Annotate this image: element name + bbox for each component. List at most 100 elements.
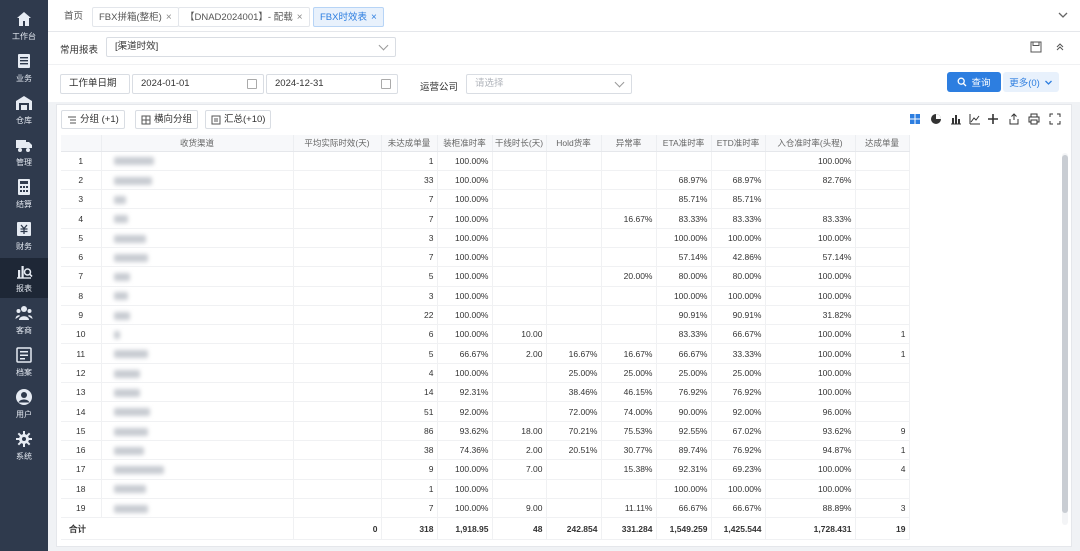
table-row[interactable]: 15 86 93.62% 18.00 70.21% 75.53% 92.55% 67.02% 9… [61,421,910,441]
sidebar-item-report[interactable]: 报表 [0,258,48,298]
sidebar-item-document[interactable]: 业务 [0,48,48,88]
export-icon[interactable] [1008,113,1020,125]
column-header[interactable]: 干线时长(天) [492,135,547,152]
sidebar-item-users[interactable]: 客商 [0,300,48,340]
cell-trunk [492,286,547,306]
close-icon[interactable]: × [166,12,172,23]
tab-fbx-consolidation[interactable]: FBX拼箱(整柜) × [92,7,179,27]
redacted-text [113,427,148,436]
cell-hit [855,382,910,403]
sidebar-item-warehouse[interactable]: 仓库 [0,90,48,130]
table-row[interactable]: 14 51 92.00% 72.00% 74.00% 90.00% 92.00% 96.00% [61,401,910,422]
table-row[interactable]: 13 14 92.31% 38.46% 46.15% 76.92% 76.92% 100.00… [61,382,910,403]
gear-icon [16,431,32,447]
table-row[interactable]: 17 9 100.00% 7.00 15.38% 92.31% 69.23% 100.00% 4 [61,459,910,480]
table-row[interactable]: 19 7 100.00% 9.00 11.11% 66.67% 66.67% 88.89% 3 [61,498,910,519]
table-row[interactable]: 12 4 100.00% 25.00% 25.00% 25.00% 25.00% 100.00… [61,363,910,384]
column-header[interactable]: 达成单量 [855,135,910,152]
cell-hit [855,208,910,229]
total-avg: 0 [293,517,382,541]
cell-miss: 51 [381,401,438,422]
add-icon[interactable] [987,113,999,125]
more-filters-button[interactable]: 更多(0) [1003,72,1059,92]
table-row[interactable]: 18 1 100.00% 100.00% 100.00% 100.00% [61,479,910,499]
table-row[interactable]: 16 38 74.36% 2.00 20.51% 30.77% 89.74% 76.92% 94… [61,440,910,461]
cell-abn [601,286,657,306]
sidebar-item-truck[interactable]: 管理 [0,132,48,172]
column-header[interactable]: 入仓准时率(头程) [765,135,856,152]
row-index: 10 [61,324,102,345]
sidebar-item-user[interactable]: 用户 [0,384,48,424]
date-type-select[interactable]: 工作单日期 [60,74,130,94]
date-to-input[interactable]: 2024-12-31 [266,74,398,94]
cell-hold: 70.21% [546,421,602,441]
date-from-input[interactable]: 2024-01-01 [132,74,264,94]
tab-home[interactable]: 首页 [58,7,89,27]
cell-abn [601,228,657,248]
table-row[interactable]: 9 22 100.00% 90.91% 90.91% 31.82% [61,305,910,326]
cross-group-button[interactable]: 横向分组 [135,110,199,129]
table-view-icon[interactable] [909,113,921,125]
column-header[interactable]: 未达成单量 [381,135,438,152]
sidebar-item-finance[interactable]: 财务 [0,216,48,256]
save-icon[interactable] [1030,41,1042,53]
cell-miss: 7 [381,208,438,229]
cell-inb: 93.62% [765,421,856,441]
cell-miss: 6 [381,324,438,345]
print-icon[interactable] [1028,113,1040,125]
column-header[interactable] [61,135,102,152]
table-row[interactable]: 10 6 100.00% 10.00 83.33% 66.67% 100.00% 1 [61,324,910,345]
redacted-text [113,369,140,378]
close-icon[interactable]: × [371,12,377,23]
group-button[interactable]: 分组 (+1) [61,110,125,129]
cell-abn [601,479,657,499]
cell-miss: 3 [381,228,438,248]
bar-chart-icon[interactable] [950,113,962,125]
column-header[interactable]: 收货渠道 [101,135,294,152]
sidebar-item-calculator[interactable]: 结算 [0,174,48,214]
column-header[interactable]: 平均实际时效(天) [293,135,382,152]
row-index: 4 [61,208,102,229]
cell-inb: 31.82% [765,305,856,326]
table-row[interactable]: 4 7 100.00% 16.67% 83.33% 83.33% 83.33% [61,208,910,229]
table-row[interactable]: 1 1 100.00% 100.00% [61,151,910,171]
column-header[interactable]: ETD准时率 [711,135,766,152]
table-row[interactable]: 5 3 100.00% 100.00% 100.00% 100.00% [61,228,910,248]
query-button[interactable]: 查询 [947,72,1001,92]
chevron-down-icon[interactable] [1056,8,1070,22]
cell-inb: 100.00% [765,266,856,287]
table-row[interactable]: 11 5 66.67% 2.00 16.67% 16.67% 66.67% 33.33% 100… [61,343,910,364]
cell-avg [293,228,382,248]
summary-button[interactable]: 汇总(+10) [205,110,272,129]
cell-inb: 100.00% [765,324,856,345]
pie-chart-icon[interactable] [930,113,942,125]
carrier-select[interactable]: 请选择 [466,74,632,94]
column-header[interactable]: Hold货率 [546,135,602,152]
column-header[interactable]: ETA准时率 [656,135,712,152]
close-icon[interactable]: × [297,12,303,23]
tab-dnad-loading[interactable]: 【DNAD2024001】- 配载 × [178,7,310,27]
channel-name-redacted [101,479,294,499]
sidebar-item-gear[interactable]: 系统 [0,426,48,466]
tab-bar: 首页 FBX拼箱(整柜) × 【DNAD2024001】- 配载 × FBX时效表 × [48,0,1080,32]
sidebar: 工作台业务 仓库 管理 结算 财务 报表 客商 档案 用户 系统 [0,0,48,551]
channel-name-redacted [101,305,294,326]
cell-eta: 66.67% [656,343,712,364]
column-header[interactable]: 装柜准时率 [437,135,493,152]
table-row[interactable]: 8 3 100.00% 100.00% 100.00% 100.00% [61,286,910,306]
fullscreen-icon[interactable] [1049,113,1061,125]
line-chart-icon[interactable] [969,113,981,125]
table-row[interactable]: 3 7 100.00% 85.71% 85.71% [61,189,910,210]
sidebar-item-label: 工作台 [12,32,36,41]
redacted-text [113,176,152,185]
report-select[interactable]: [渠道时效] [106,37,396,57]
tab-fbx-timeliness[interactable]: FBX时效表 × [313,7,384,27]
table-row[interactable]: 2 33 100.00% 68.97% 68.97% 82.76% [61,170,910,191]
sidebar-item-home[interactable]: 工作台 [0,6,48,46]
column-header[interactable]: 异常率 [601,135,657,152]
scrollbar-thumb[interactable] [1062,155,1068,513]
table-row[interactable]: 7 5 100.00% 20.00% 80.00% 80.00% 100.00% [61,266,910,287]
table-row[interactable]: 6 7 100.00% 57.14% 42.86% 57.14% [61,247,910,268]
chevron-up-icon[interactable] [1054,41,1066,53]
sidebar-item-archive[interactable]: 档案 [0,342,48,382]
